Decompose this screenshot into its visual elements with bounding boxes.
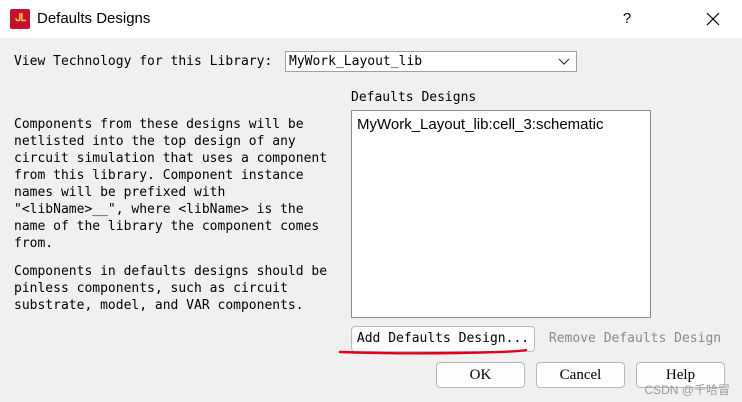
ads-logo-icon: ᒍᒪ bbox=[10, 9, 30, 29]
ok-button[interactable]: OK bbox=[436, 362, 525, 388]
watermark: CSDN @千哈冒 bbox=[644, 383, 730, 397]
help-title-button[interactable]: ? bbox=[604, 0, 650, 38]
close-icon bbox=[706, 12, 720, 26]
description-note: Components in defaults designs should be… bbox=[14, 264, 328, 313]
technology-value: MyWork_Layout_lib bbox=[289, 54, 423, 69]
red-underline-annotation bbox=[338, 348, 528, 355]
list-item[interactable]: MyWork_Layout_lib:cell_3:schematic bbox=[357, 116, 604, 134]
remove-defaults-design-button[interactable]: Remove Defaults Design bbox=[540, 326, 730, 352]
close-button[interactable] bbox=[690, 0, 736, 38]
designs-list[interactable]: MyWork_Layout_lib:cell_3:schematic bbox=[351, 110, 651, 318]
description-paragraph: Components from these designs will be ne… bbox=[14, 117, 328, 251]
title-bar: ᒍᒪ Defaults Designs ? bbox=[0, 0, 742, 38]
cancel-button[interactable]: Cancel bbox=[536, 362, 625, 388]
chevron-down-icon bbox=[558, 58, 570, 65]
designs-label: Defaults Designs bbox=[351, 90, 477, 105]
technology-label: View Technology for this Library: bbox=[14, 54, 273, 69]
window-title: Defaults Designs bbox=[37, 10, 151, 27]
technology-select[interactable]: MyWork_Layout_lib bbox=[285, 51, 577, 72]
